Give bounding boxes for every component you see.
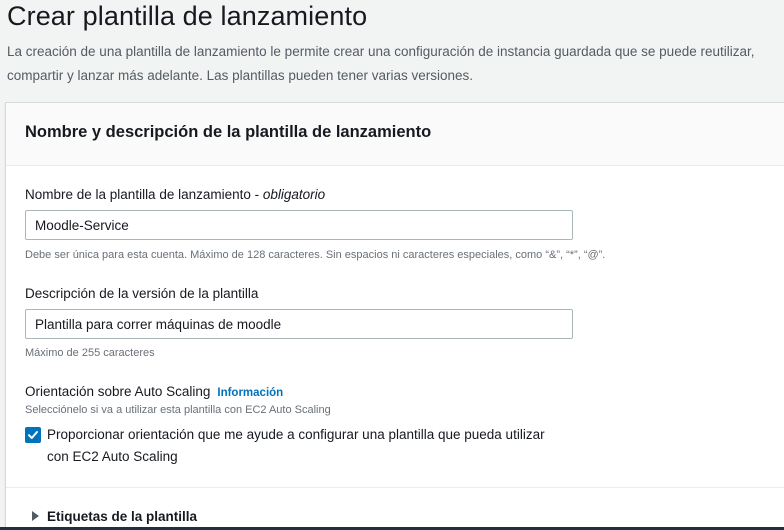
name-description-panel: Nombre y descripción de la plantilla de … [5,102,784,530]
template-name-hint: Debe ser única para esta cuenta. Máximo … [25,249,606,261]
version-description-hint: Máximo de 255 caracteres [25,347,155,359]
required-marker: obligatorio [262,187,326,202]
autoscaling-label: Orientación sobre Auto Scaling Informació… [25,384,284,399]
version-description-input[interactable] [25,309,573,339]
template-name-label: Nombre de la plantilla de lanzamiento - … [25,187,326,202]
autoscaling-checkbox-label[interactable]: Proporcionar orientación que me ayude a … [47,424,567,468]
launch-template-page: Crear plantilla de lanzamiento La creaci… [0,0,784,530]
version-description-label: Descripción de la versión de la plantill… [25,286,259,301]
panel-title: Nombre y descripción de la plantilla de … [25,123,432,141]
info-link[interactable]: Información [217,387,283,399]
template-name-input[interactable] [25,210,573,240]
caret-right-icon [32,511,39,521]
autoscaling-hint: Selecciónelo si va a utilizar esta plant… [25,404,331,416]
section-divider [6,487,784,488]
autoscaling-checkbox[interactable] [25,427,41,443]
page-title: Crear plantilla de lanzamiento [7,1,368,31]
tags-expander[interactable]: Etiquetas de la plantilla [32,508,197,524]
page-description: La creación de una plantilla de lanzamie… [7,44,755,83]
tags-expander-label: Etiquetas de la plantilla [47,508,198,524]
panel-header: Nombre y descripción de la plantilla de … [6,103,784,166]
checkmark-icon [28,431,38,439]
